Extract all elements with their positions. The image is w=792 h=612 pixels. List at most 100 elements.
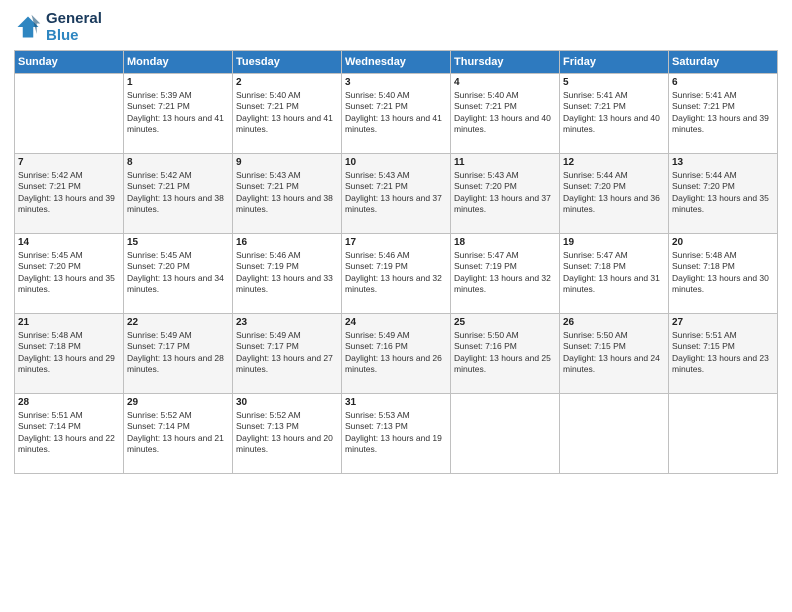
column-header-thursday: Thursday [451,51,560,74]
day-number: 28 [18,397,120,408]
day-number: 12 [563,157,665,168]
cell-content: Sunrise: 5:51 AMSunset: 7:14 PMDaylight:… [18,410,120,456]
cell-content: Sunrise: 5:40 AMSunset: 7:21 PMDaylight:… [454,90,556,136]
column-header-monday: Monday [124,51,233,74]
day-number: 24 [345,317,447,328]
cell-content: Sunrise: 5:45 AMSunset: 7:20 PMDaylight:… [18,250,120,296]
calendar-cell: 4 Sunrise: 5:40 AMSunset: 7:21 PMDaylight… [451,74,560,154]
cell-content: Sunrise: 5:43 AMSunset: 7:20 PMDaylight:… [454,170,556,216]
calendar-cell [15,74,124,154]
calendar-cell: 31 Sunrise: 5:53 AMSunset: 7:13 PMDayligh… [342,394,451,474]
day-number: 1 [127,77,229,88]
calendar-cell: 9 Sunrise: 5:43 AMSunset: 7:21 PMDaylight… [233,154,342,234]
cell-content: Sunrise: 5:44 AMSunset: 7:20 PMDaylight:… [672,170,774,216]
calendar-cell: 15 Sunrise: 5:45 AMSunset: 7:20 PMDayligh… [124,234,233,314]
cell-content: Sunrise: 5:47 AMSunset: 7:18 PMDaylight:… [563,250,665,296]
day-number: 11 [454,157,556,168]
cell-content: Sunrise: 5:52 AMSunset: 7:13 PMDaylight:… [236,410,338,456]
column-header-tuesday: Tuesday [233,51,342,74]
week-row-1: 1 Sunrise: 5:39 AMSunset: 7:21 PMDaylight… [15,74,778,154]
cell-content: Sunrise: 5:44 AMSunset: 7:20 PMDaylight:… [563,170,665,216]
day-number: 30 [236,397,338,408]
calendar-page: General Blue SundayMondayTuesdayWednesda… [0,0,792,612]
calendar-cell: 12 Sunrise: 5:44 AMSunset: 7:20 PMDayligh… [560,154,669,234]
cell-content: Sunrise: 5:45 AMSunset: 7:20 PMDaylight:… [127,250,229,296]
calendar-cell [451,394,560,474]
day-number: 27 [672,317,774,328]
calendar-cell: 6Sunrise: 5:41 AMSunset: 7:21 PMDaylight… [669,74,778,154]
calendar-cell: 13Sunrise: 5:44 AMSunset: 7:20 PMDayligh… [669,154,778,234]
calendar-cell: 3 Sunrise: 5:40 AMSunset: 7:21 PMDaylight… [342,74,451,154]
day-number: 31 [345,397,447,408]
cell-content: Sunrise: 5:47 AMSunset: 7:19 PMDaylight:… [454,250,556,296]
calendar-cell: 29Sunrise: 5:52 AMSunset: 7:14 PMDayligh… [124,394,233,474]
calendar-cell: 27 Sunrise: 5:51 AMSunset: 7:15 PMDayligh… [669,314,778,394]
day-number: 22 [127,317,229,328]
calendar-cell: 24 Sunrise: 5:49 AMSunset: 7:16 PMDayligh… [342,314,451,394]
day-number: 16 [236,237,338,248]
day-number: 5 [563,77,665,88]
day-number: 10 [345,157,447,168]
calendar-cell: 19Sunrise: 5:47 AMSunset: 7:18 PMDayligh… [560,234,669,314]
week-row-4: 21Sunrise: 5:48 AMSunset: 7:18 PMDayligh… [15,314,778,394]
calendar-header-row: SundayMondayTuesdayWednesdayThursdayFrid… [15,51,778,74]
cell-content: Sunrise: 5:50 AMSunset: 7:16 PMDaylight:… [454,330,556,376]
cell-content: Sunrise: 5:39 AMSunset: 7:21 PMDaylight:… [127,90,229,136]
calendar-cell [560,394,669,474]
day-number: 17 [345,237,447,248]
column-header-sunday: Sunday [15,51,124,74]
day-number: 21 [18,317,120,328]
calendar-cell: 11 Sunrise: 5:43 AMSunset: 7:20 PMDayligh… [451,154,560,234]
day-number: 23 [236,317,338,328]
day-number: 3 [345,77,447,88]
calendar-cell: 1 Sunrise: 5:39 AMSunset: 7:21 PMDaylight… [124,74,233,154]
cell-content: Sunrise: 5:43 AMSunset: 7:21 PMDaylight:… [236,170,338,216]
calendar-cell: 20Sunrise: 5:48 AMSunset: 7:18 PMDayligh… [669,234,778,314]
calendar-cell [669,394,778,474]
cell-content: Sunrise: 5:46 AMSunset: 7:19 PMDaylight:… [345,250,447,296]
calendar-cell: 21Sunrise: 5:48 AMSunset: 7:18 PMDayligh… [15,314,124,394]
day-number: 14 [18,237,120,248]
calendar-cell: 7 Sunrise: 5:42 AMSunset: 7:21 PMDaylight… [15,154,124,234]
day-number: 8 [127,157,229,168]
cell-content: Sunrise: 5:40 AMSunset: 7:21 PMDaylight:… [236,90,338,136]
calendar-cell: 22 Sunrise: 5:49 AMSunset: 7:17 PMDayligh… [124,314,233,394]
cell-content: Sunrise: 5:49 AMSunset: 7:16 PMDaylight:… [345,330,447,376]
cell-content: Sunrise: 5:40 AMSunset: 7:21 PMDaylight:… [345,90,447,136]
calendar-cell: 17 Sunrise: 5:46 AMSunset: 7:19 PMDayligh… [342,234,451,314]
calendar-cell: 14 Sunrise: 5:45 AMSunset: 7:20 PMDayligh… [15,234,124,314]
day-number: 26 [563,317,665,328]
cell-content: Sunrise: 5:53 AMSunset: 7:13 PMDaylight:… [345,410,447,456]
calendar-cell: 18 Sunrise: 5:47 AMSunset: 7:19 PMDayligh… [451,234,560,314]
calendar-cell: 30 Sunrise: 5:52 AMSunset: 7:13 PMDayligh… [233,394,342,474]
calendar-cell: 16 Sunrise: 5:46 AMSunset: 7:19 PMDayligh… [233,234,342,314]
calendar-table: SundayMondayTuesdayWednesdayThursdayFrid… [14,50,778,474]
header: General Blue [14,10,778,44]
cell-content: Sunrise: 5:49 AMSunset: 7:17 PMDaylight:… [127,330,229,376]
column-header-wednesday: Wednesday [342,51,451,74]
calendar-cell: 28 Sunrise: 5:51 AMSunset: 7:14 PMDayligh… [15,394,124,474]
calendar-cell: 26 Sunrise: 5:50 AMSunset: 7:15 PMDayligh… [560,314,669,394]
cell-content: Sunrise: 5:42 AMSunset: 7:21 PMDaylight:… [127,170,229,216]
day-number: 4 [454,77,556,88]
day-number: 7 [18,157,120,168]
logo: General Blue [14,10,102,44]
week-row-2: 7 Sunrise: 5:42 AMSunset: 7:21 PMDaylight… [15,154,778,234]
calendar-cell: 25Sunrise: 5:50 AMSunset: 7:16 PMDayligh… [451,314,560,394]
cell-content: Sunrise: 5:42 AMSunset: 7:21 PMDaylight:… [18,170,120,216]
day-number: 18 [454,237,556,248]
cell-content: Sunrise: 5:49 AMSunset: 7:17 PMDaylight:… [236,330,338,376]
calendar-cell: 5Sunrise: 5:41 AMSunset: 7:21 PMDaylight… [560,74,669,154]
logo-text: General Blue [46,10,102,44]
day-number: 9 [236,157,338,168]
calendar-cell: 23 Sunrise: 5:49 AMSunset: 7:17 PMDayligh… [233,314,342,394]
cell-content: Sunrise: 5:51 AMSunset: 7:15 PMDaylight:… [672,330,774,376]
cell-content: Sunrise: 5:46 AMSunset: 7:19 PMDaylight:… [236,250,338,296]
calendar-cell: 8 Sunrise: 5:42 AMSunset: 7:21 PMDaylight… [124,154,233,234]
day-number: 15 [127,237,229,248]
cell-content: Sunrise: 5:43 AMSunset: 7:21 PMDaylight:… [345,170,447,216]
column-header-saturday: Saturday [669,51,778,74]
week-row-3: 14 Sunrise: 5:45 AMSunset: 7:20 PMDayligh… [15,234,778,314]
cell-content: Sunrise: 5:50 AMSunset: 7:15 PMDaylight:… [563,330,665,376]
logo-icon [14,13,42,41]
